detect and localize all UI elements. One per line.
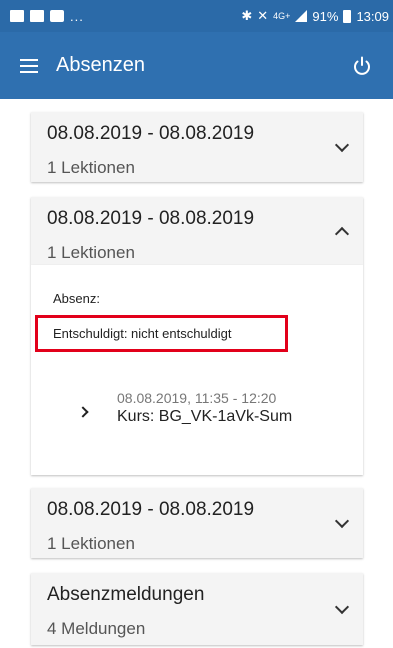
power-icon[interactable] <box>351 55 373 77</box>
absence-reports-header[interactable]: Absenzmeldungen 4 Meldungen <box>31 573 363 645</box>
bluetooth-icon: ✱ <box>241 8 253 23</box>
absenz-label: Absenz: <box>53 291 100 306</box>
notification-icons: ... <box>10 9 84 24</box>
absence-card-header[interactable]: 08.08.2019 - 08.08.2019 1 Lektionen <box>31 197 363 265</box>
absence-card[interactable]: 08.08.2019 - 08.08.2019 1 Lektionen <box>31 488 363 558</box>
system-status: ✱ ✕ 4G+ 91% 13:09 <box>241 8 389 24</box>
excused-status: Entschuldigt: nicht entschuldigt <box>35 315 288 352</box>
absence-lessons: 1 Lektionen <box>47 158 135 177</box>
clock: 13:09 <box>356 8 389 24</box>
signal-icon <box>295 10 308 22</box>
image-notification-icon <box>10 10 24 22</box>
network-type: 4G+ <box>273 11 291 21</box>
absence-reports-title: Absenzmeldungen <box>47 584 205 605</box>
absence-card-expanded[interactable]: 08.08.2019 - 08.08.2019 1 Lektionen <box>31 197 363 265</box>
mail-notification-icon <box>30 10 44 22</box>
status-bar: ... ✱ ✕ 4G+ 91% 13:09 <box>0 0 393 32</box>
absence-reports-card[interactable]: Absenzmeldungen 4 Meldungen <box>31 573 363 645</box>
absence-lessons: 1 Lektionen <box>47 534 135 553</box>
lesson-course[interactable]: Kurs: BG_VK-1aVk-Sum <box>117 408 292 426</box>
page-title: Absenzen <box>56 54 145 76</box>
more-notifications: ... <box>70 8 84 24</box>
absence-date-range: 08.08.2019 - 08.08.2019 <box>47 208 255 229</box>
absence-detail-panel: Absenz: Entschuldigt: nicht entschuldigt… <box>31 265 363 475</box>
absence-card-header[interactable]: 08.08.2019 - 08.08.2019 1 Lektionen <box>31 112 363 182</box>
absence-lessons: 1 Lektionen <box>47 243 135 262</box>
absence-card[interactable]: 08.08.2019 - 08.08.2019 1 Lektionen <box>31 112 363 182</box>
absence-date-range: 08.08.2019 - 08.08.2019 <box>47 499 255 520</box>
chat-notification-icon <box>50 10 64 22</box>
absence-reports-count: 4 Meldungen <box>47 619 146 638</box>
mute-icon: ✕ <box>257 8 269 23</box>
absence-date-range: 08.08.2019 - 08.08.2019 <box>47 123 255 144</box>
chevron-right-icon[interactable] <box>77 406 89 418</box>
battery-percent: 91% <box>312 8 339 24</box>
absence-card-header[interactable]: 08.08.2019 - 08.08.2019 1 Lektionen <box>31 488 363 558</box>
app-bar: Absenzen <box>0 32 393 99</box>
lesson-time[interactable]: 08.08.2019, 11:35 - 12:20 <box>117 390 276 406</box>
battery-icon <box>343 9 352 23</box>
menu-icon[interactable] <box>20 58 42 74</box>
